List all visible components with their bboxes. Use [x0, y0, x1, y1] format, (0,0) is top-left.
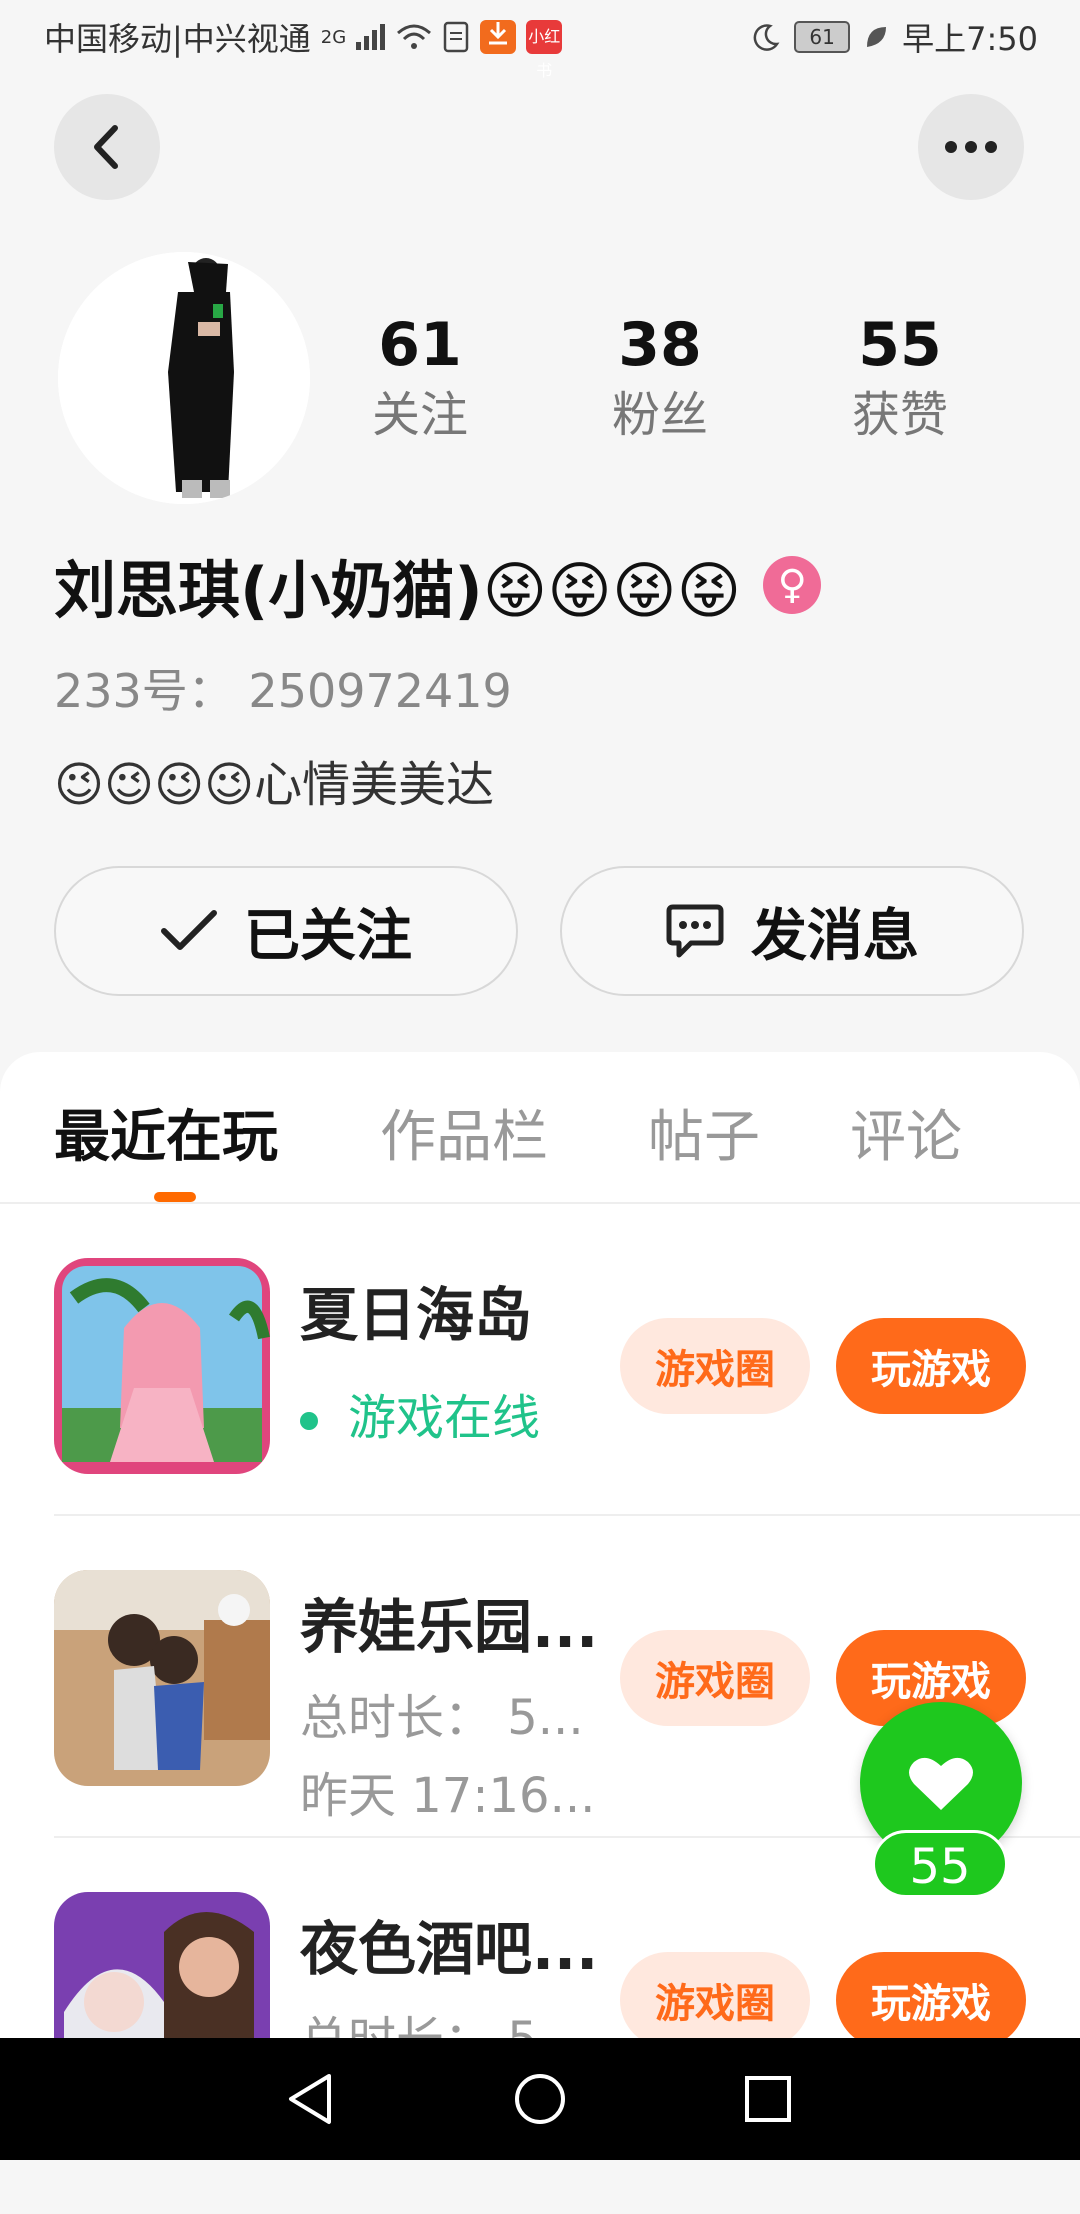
game-row[interactable]: 夏日海岛 游戏在线 游戏圈 玩游戏	[0, 1258, 1080, 1580]
fans-count: 38	[618, 310, 702, 380]
following-label: 关注	[371, 387, 468, 443]
fans-label: 粉丝	[611, 387, 708, 443]
tab-posts[interactable]: 帖子	[648, 1092, 760, 1173]
user-id: 233号： 250972419	[54, 664, 512, 718]
game-circle-button[interactable]: 游戏圈	[620, 1952, 810, 2048]
tab-comments[interactable]: 评论	[850, 1092, 962, 1173]
document-icon	[443, 21, 469, 53]
game-icon-summer-island[interactable]	[54, 1258, 270, 1474]
game-last-played: 昨天 17:16...	[300, 1768, 596, 1824]
avatar-figure-image	[58, 252, 310, 504]
game-circle-button[interactable]: 游戏圈	[620, 1318, 810, 1414]
nav-home-button[interactable]	[480, 2038, 600, 2160]
nav-recents-button[interactable]	[708, 2038, 828, 2160]
download-icon	[480, 20, 517, 54]
profile-stats: 61 关注 38 粉丝 55 获赞	[300, 310, 1020, 450]
status-left: 中国移动|中兴视通 2G 小红书	[44, 14, 563, 80]
tabs-divider	[0, 1202, 1080, 1204]
online-dot-icon	[300, 1412, 318, 1430]
like-count-badge: 55	[872, 1830, 1008, 1898]
leaf-icon	[867, 27, 887, 47]
likes-count: 55	[858, 310, 942, 380]
game-title: 夏日海岛	[300, 1281, 533, 1349]
followed-button[interactable]: 已关注	[54, 866, 518, 996]
signal-icon	[356, 24, 386, 50]
chat-bubble-icon	[666, 904, 724, 958]
tab-recently-played[interactable]: 最近在玩	[54, 1092, 278, 1173]
heart-icon	[909, 1757, 973, 1810]
nav-back-button[interactable]	[250, 2038, 370, 2160]
game-title: 夜色酒吧...	[300, 1915, 599, 1983]
game-online-status: 游戏在线	[300, 1378, 540, 1448]
female-gender-icon: ♀	[763, 556, 822, 614]
triangle-back-icon	[289, 2074, 331, 2124]
send-message-button[interactable]: 发消息	[560, 866, 1024, 996]
more-dots-icon	[945, 141, 997, 153]
battery-icon: 61	[794, 21, 851, 53]
chevron-left-icon	[94, 125, 118, 169]
game-circle-button[interactable]: 游戏圈	[620, 1630, 810, 1726]
tab-bar: 最近在玩 作品栏 帖子 评论	[0, 1092, 1080, 1172]
tab-works[interactable]: 作品栏	[380, 1092, 548, 1173]
play-game-button[interactable]: 玩游戏	[836, 1318, 1026, 1414]
carrier-text: 中国移动|中兴视通	[44, 20, 311, 58]
status-bar: 中国移动|中兴视通 2G 小红书 61 早上7:50	[0, 0, 1080, 80]
checkmark-icon	[161, 910, 217, 950]
play-game-button[interactable]: 玩游戏	[836, 1952, 1026, 2048]
wifi-icon	[397, 24, 432, 49]
circle-home-icon	[515, 2074, 565, 2124]
user-bio: 😉😉😉😉心情美美达	[54, 757, 495, 813]
moon-icon	[753, 24, 780, 51]
network-text: 2G	[320, 26, 347, 48]
user-name: 刘思琪(小奶猫)😝😝😝😝	[54, 554, 742, 627]
back-button[interactable]	[54, 94, 160, 200]
avatar[interactable]	[58, 252, 310, 504]
following-count: 61	[378, 310, 462, 380]
game-icon-baby-park[interactable]	[54, 1570, 270, 1786]
active-tab-indicator	[154, 1192, 196, 1202]
name-row: 刘思琪(小奶猫)😝😝😝😝 ♀	[54, 540, 822, 630]
square-recents-icon	[745, 2076, 791, 2122]
game-total-time: 总时长： 5...	[300, 1690, 584, 1746]
stat-fans[interactable]: 38 粉丝	[540, 310, 780, 450]
clock-text: 早上7:50	[902, 20, 1038, 58]
likes-label: 获赞	[851, 387, 948, 443]
send-message-label: 发消息	[751, 903, 919, 969]
game-title: 养娃乐园...	[300, 1593, 599, 1661]
followed-label: 已关注	[244, 903, 412, 969]
status-right: 61 早上7:50	[750, 14, 1038, 60]
row-divider	[54, 1514, 1080, 1516]
system-nav-bar	[0, 2038, 1080, 2160]
more-options-button[interactable]	[918, 94, 1024, 200]
online-text: 游戏在线	[348, 1390, 541, 1446]
stat-likes[interactable]: 55 获赞	[780, 310, 1020, 450]
stat-following[interactable]: 61 关注	[300, 310, 540, 450]
xiaohongshu-app-icon: 小红书	[526, 20, 563, 80]
